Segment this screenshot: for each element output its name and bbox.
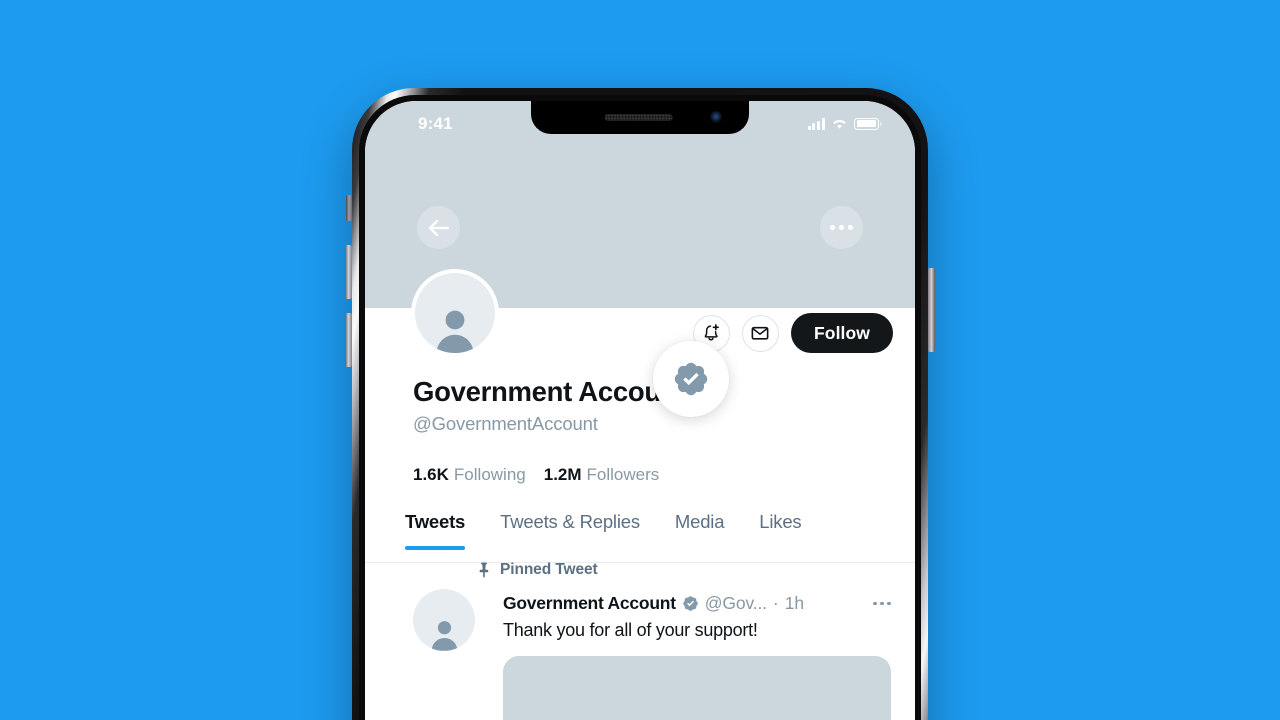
profile-avatar[interactable] [411,269,499,357]
cellular-signal-icon [807,118,825,130]
following-label: Following [453,465,526,484]
pinned-tweet-label: Pinned Tweet [477,561,598,579]
bell-plus-icon [705,324,720,341]
profile-handle: @GovernmentAccount [413,413,598,435]
tab-tweets-replies[interactable]: Tweets & Replies [500,511,640,550]
power-button[interactable] [928,268,935,352]
envelope-icon [752,326,769,340]
tweet-timestamp: 1h [784,593,804,613]
follow-button[interactable]: Follow [790,313,893,353]
profile-name: Government Account [413,376,687,407]
speaker-grille-icon [604,114,673,121]
tweet-handle: @Gov... [704,593,767,613]
pinned-tweet-text: Pinned Tweet [500,561,598,578]
tweet-author: Government Account [503,593,676,613]
wifi-icon [833,119,846,129]
pin-icon [479,562,489,578]
person-avatar-icon [431,621,457,651]
tweet-text: Thank you for all of your support! [503,620,758,640]
tweet-avatar[interactable] [413,589,475,651]
profile-action-buttons: Follow [692,313,893,353]
tweet-more-button[interactable] [857,601,891,606]
mute-switch-button[interactable] [346,195,352,221]
phone-bezel: 9:41 Follow Government Account @Governme… [365,101,915,720]
stat-followers[interactable]: 1.2M Followers [544,465,660,485]
tweet-separator: · [772,593,779,613]
phone-screen: 9:41 Follow Government Account @Governme… [365,101,915,720]
person-avatar-icon [436,310,474,353]
verified-badge-icon [683,596,698,611]
tab-likes[interactable]: Likes [759,511,801,550]
tab-media[interactable]: Media [675,511,725,550]
status-time: 9:41 [418,114,453,133]
battery-icon [854,117,882,130]
profile-more-button[interactable] [820,206,863,249]
tab-tweets[interactable]: Tweets [405,511,465,550]
device-notch [531,101,749,134]
followers-label: Followers [586,465,660,484]
profile-tabs: Tweets Tweets & Replies Media Likes [365,511,915,563]
profile-stats: 1.6K Following 1.2M Followers [413,465,659,485]
back-button[interactable] [417,206,460,249]
verified-badge-callout [653,341,729,417]
front-camera-icon [710,111,722,123]
pinned-tweet-body: Government Account @Gov... · 1h Thank yo… [503,593,891,720]
phone-frame: 9:41 Follow Government Account @Governme… [352,88,928,720]
back-arrow-icon [428,219,449,236]
followers-count: 1.2M [543,465,582,484]
profile-identity: Government Account @GovernmentAccount [413,376,687,435]
following-count: 1.6K [413,465,449,484]
tweet-header: Government Account @Gov... · 1h [503,593,891,614]
message-button[interactable] [741,314,779,352]
tweet-image-placeholder[interactable] [503,656,891,720]
volume-up-button[interactable] [345,245,352,299]
stat-following[interactable]: 1.6K Following [413,465,526,485]
verified-badge-icon [674,362,708,396]
more-horizontal-icon [830,225,853,230]
volume-down-button[interactable] [345,313,352,367]
status-icons [807,117,882,130]
